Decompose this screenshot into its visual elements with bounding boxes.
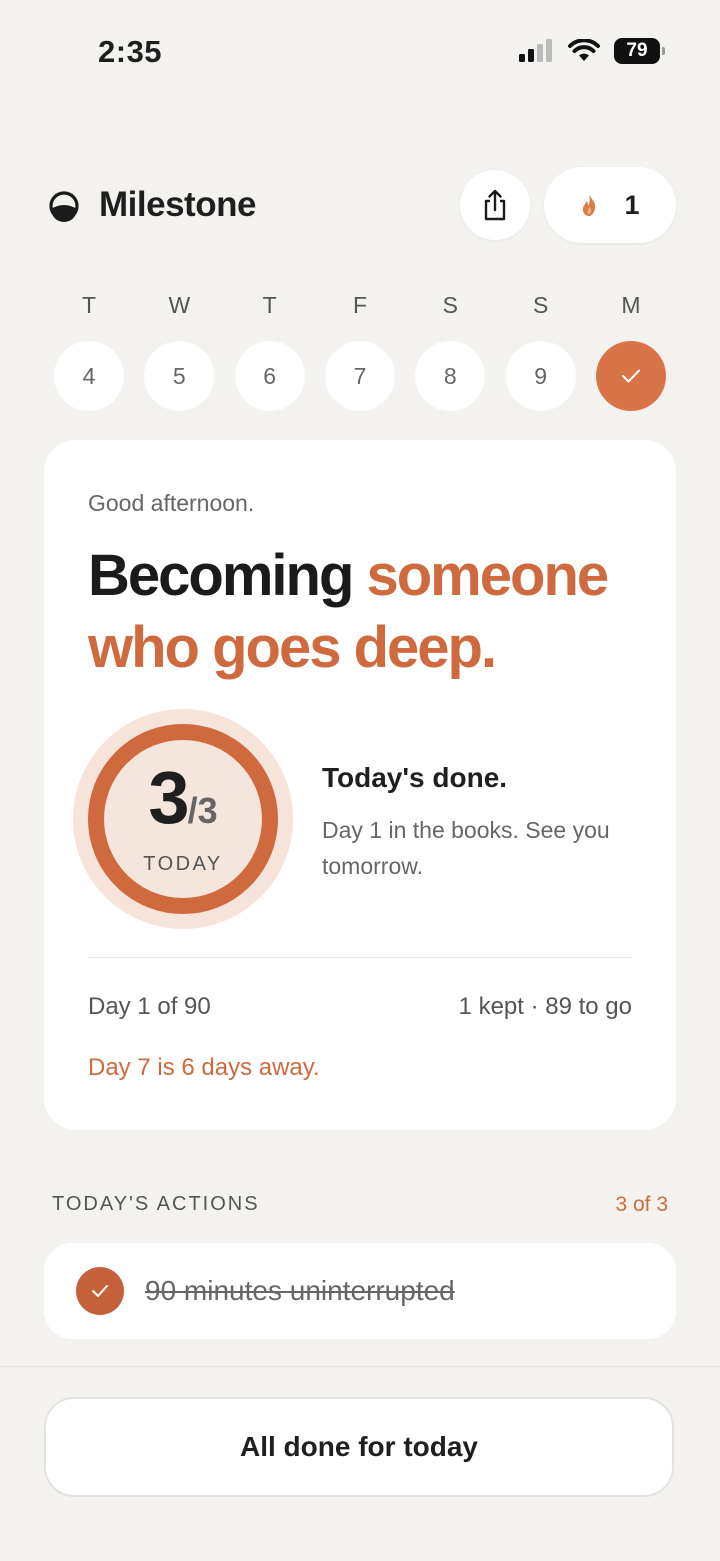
flame-icon (583, 194, 596, 216)
day-button[interactable]: 8 (415, 341, 486, 411)
day-progress: Day 1 of 90 (88, 993, 211, 1020)
app-title: Milestone (99, 185, 256, 224)
weekday-letter: M (621, 292, 641, 318)
total-count: /3 (187, 789, 218, 831)
signal-icon (519, 39, 552, 62)
week-day: W 5 (144, 292, 215, 411)
week-day: S 9 (505, 292, 576, 411)
battery-tip (662, 47, 665, 55)
action-label: 90 minutes uninterrupted (145, 1275, 455, 1306)
day-button[interactable]: 4 (54, 341, 124, 411)
daily-progress-ring: 3/3 TODAY (73, 709, 293, 929)
day-button-completed[interactable] (595, 341, 666, 411)
week-day: T 4 (54, 292, 124, 411)
status-subtitle: Day 1 in the books. See you tomorrow. (322, 817, 610, 879)
week-day: T 6 (234, 292, 305, 411)
weekday-letter: T (81, 292, 97, 318)
status-title: Today's done. (322, 762, 508, 793)
day-date: 6 (263, 362, 277, 389)
checkmark-icon (92, 1285, 108, 1297)
status-time: 2:35 (98, 34, 163, 69)
share-icon (484, 189, 506, 221)
week-strip: T 4 W 5 T 6 F 7 S 8 S 9 M (54, 292, 666, 411)
next-milestone: Day 7 is 6 days away. (88, 1054, 320, 1081)
battery-level: 79 (626, 40, 648, 61)
actions-count: 3 of 3 (615, 1193, 668, 1216)
day-button[interactable]: 5 (144, 341, 215, 411)
all-done-button[interactable]: All done for today (44, 1397, 674, 1497)
day-button[interactable]: 9 (505, 341, 576, 411)
checkmark-icon (621, 369, 640, 383)
share-button[interactable] (460, 170, 530, 240)
card-divider (88, 957, 632, 958)
action-checkbox[interactable] (76, 1267, 124, 1315)
ring-label: TODAY (143, 852, 223, 875)
day-button[interactable]: 7 (324, 341, 395, 411)
ring-center: 3/3 TODAY (73, 709, 293, 929)
greeting: Good afternoon. (88, 490, 255, 516)
progress-card: Good afternoon. Becoming someone who goe… (44, 440, 676, 1130)
streak-count: 1 (624, 189, 640, 220)
streak-badge[interactable]: 1 (544, 167, 676, 243)
weekday-letter: S (442, 292, 458, 318)
battery-indicator: 79 (614, 38, 665, 64)
day-date: 7 (353, 362, 367, 389)
week-day: F 7 (324, 292, 395, 411)
section-label: TODAY'S ACTIONS (52, 1193, 260, 1215)
bottom-divider (0, 1366, 720, 1367)
week-day-today: M (595, 292, 666, 411)
day-date: 5 (172, 362, 186, 389)
status-icons: 79 (518, 38, 665, 64)
completed-count: 3 (148, 755, 189, 839)
app-logo-icon (49, 191, 79, 222)
day-date: 4 (82, 362, 96, 389)
headline-plain: Becoming (88, 543, 354, 608)
week-day: S 8 (415, 292, 486, 411)
weekday-letter: S (532, 292, 549, 318)
action-item[interactable]: 90 minutes uninterrupted (44, 1243, 676, 1339)
weekday-letter: F (352, 292, 368, 318)
weekday-letter: T (262, 292, 277, 318)
wifi-icon (568, 39, 600, 61)
identity-headline: Becoming someone who goes deep. (88, 540, 648, 684)
day-date: 9 (534, 362, 548, 389)
day-button[interactable]: 6 (234, 341, 305, 411)
ring-count-line: 3/3 (148, 760, 218, 834)
weekday-letter: W (168, 292, 191, 318)
day-date: 8 (443, 362, 457, 389)
kept-summary: 1 kept · 89 to go (458, 993, 632, 1020)
